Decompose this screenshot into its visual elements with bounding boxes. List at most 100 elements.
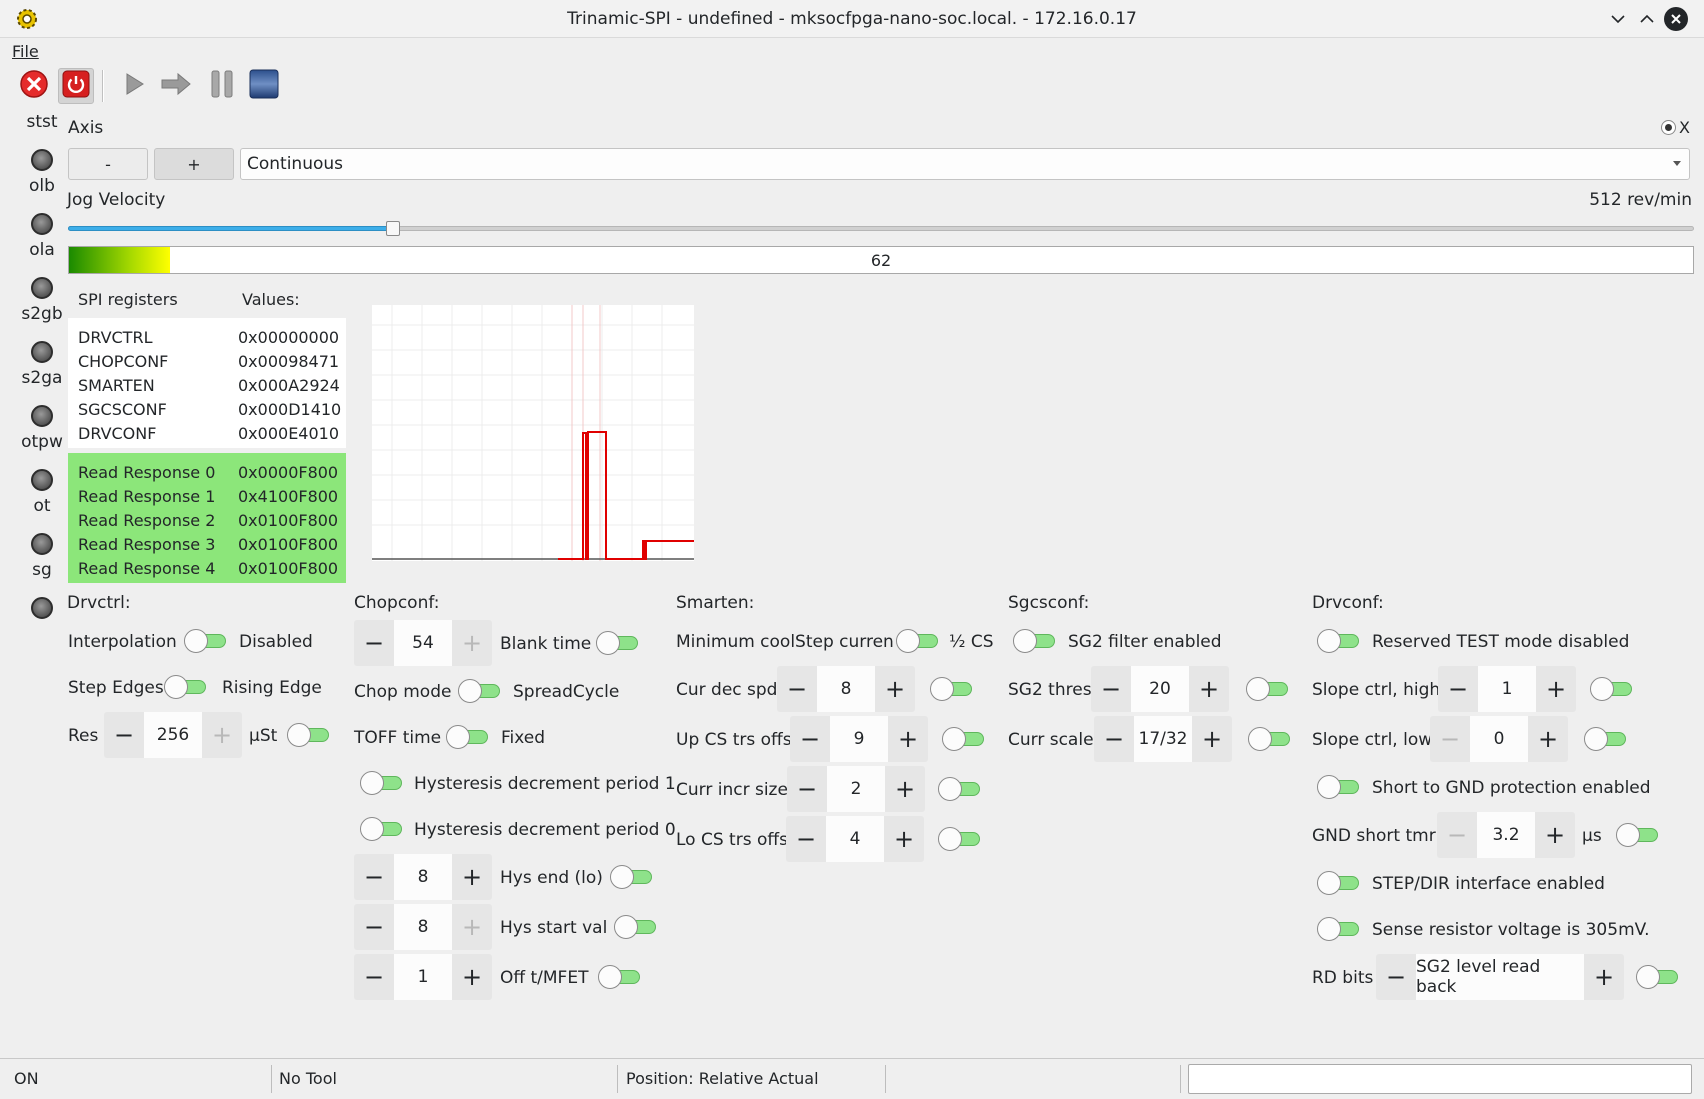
jog-plus-button[interactable]: + bbox=[154, 148, 234, 180]
jog-minus-button[interactable]: - bbox=[68, 148, 148, 180]
curr-incr-value[interactable]: 2 bbox=[827, 766, 885, 812]
cur-dec-toggle[interactable] bbox=[930, 677, 974, 701]
slope-high-value[interactable]: 1 bbox=[1478, 666, 1536, 712]
up-cs-stepper[interactable]: − 9 + bbox=[790, 716, 928, 762]
estop-button[interactable] bbox=[16, 68, 52, 104]
decrement-button[interactable]: − bbox=[786, 816, 826, 862]
blank-time-value[interactable]: 54 bbox=[394, 620, 452, 666]
interpolation-toggle[interactable] bbox=[184, 629, 228, 653]
increment-button[interactable]: + bbox=[888, 716, 928, 762]
decrement-button[interactable]: − bbox=[1091, 666, 1131, 712]
hys-dec1-toggle[interactable] bbox=[360, 771, 404, 795]
decrement-button[interactable]: − bbox=[790, 716, 830, 762]
increment-button[interactable]: + bbox=[452, 904, 492, 950]
increment-button[interactable]: + bbox=[1584, 954, 1624, 1000]
chevron-down-icon[interactable] bbox=[1606, 7, 1630, 31]
increment-button[interactable]: + bbox=[452, 854, 492, 900]
decrement-button[interactable]: − bbox=[354, 620, 394, 666]
decrement-button[interactable]: − bbox=[1094, 716, 1134, 762]
off-time-toggle[interactable] bbox=[598, 965, 642, 989]
curr-scale-stepper[interactable]: − 17/32 + bbox=[1094, 716, 1232, 762]
gnd-tmr-value[interactable]: 3.2 bbox=[1477, 812, 1535, 858]
hys-end-value[interactable]: 8 bbox=[394, 854, 452, 900]
increment-button[interactable]: + bbox=[884, 816, 924, 862]
close-icon[interactable] bbox=[1664, 7, 1688, 31]
curr-incr-toggle[interactable] bbox=[938, 777, 982, 801]
blank-time-toggle[interactable] bbox=[596, 631, 640, 655]
short-gnd-toggle[interactable] bbox=[1317, 775, 1361, 799]
rd-bits-stepper[interactable]: − SG2 level read back + bbox=[1376, 954, 1624, 1000]
decrement-button[interactable]: − bbox=[787, 766, 827, 812]
increment-button[interactable]: + bbox=[1536, 666, 1576, 712]
stop-button[interactable] bbox=[246, 68, 282, 104]
decrement-button[interactable]: − bbox=[1376, 954, 1416, 1000]
test-mode-toggle[interactable] bbox=[1317, 629, 1361, 653]
increment-button[interactable]: + bbox=[875, 666, 915, 712]
cur-dec-stepper[interactable]: − 8 + bbox=[777, 666, 915, 712]
axis-x-radio[interactable]: X bbox=[1661, 118, 1690, 137]
decrement-button[interactable]: − bbox=[1438, 666, 1478, 712]
res-toggle[interactable] bbox=[287, 723, 331, 747]
slope-high-stepper[interactable]: − 1 + bbox=[1438, 666, 1576, 712]
lo-cs-value[interactable]: 4 bbox=[826, 816, 884, 862]
toff-toggle[interactable] bbox=[446, 725, 490, 749]
sg2-thres-stepper[interactable]: − 20 + bbox=[1091, 666, 1229, 712]
increment-button[interactable]: + bbox=[1528, 716, 1568, 762]
step-edges-toggle[interactable] bbox=[164, 675, 208, 699]
chevron-up-icon[interactable] bbox=[1635, 7, 1659, 31]
slope-low-value[interactable]: 0 bbox=[1470, 716, 1528, 762]
decrement-button[interactable]: − bbox=[1430, 716, 1470, 762]
run-button[interactable] bbox=[116, 68, 152, 104]
off-time-value[interactable]: 1 bbox=[394, 954, 452, 1000]
power-button[interactable] bbox=[58, 68, 94, 104]
hys-end-toggle[interactable] bbox=[610, 865, 654, 889]
hys-end-stepper[interactable]: − 8 + bbox=[354, 854, 492, 900]
decrement-button[interactable]: − bbox=[777, 666, 817, 712]
step-button[interactable] bbox=[158, 68, 194, 104]
jog-mode-select[interactable]: Continuous bbox=[240, 148, 1690, 180]
curr-incr-stepper[interactable]: − 2 + bbox=[787, 766, 925, 812]
sg2-thres-value[interactable]: 20 bbox=[1131, 666, 1189, 712]
res-value[interactable]: 256 bbox=[144, 712, 202, 758]
decrement-button[interactable]: − bbox=[354, 904, 394, 950]
curr-scale-value[interactable]: 17/32 bbox=[1134, 716, 1192, 762]
decrement-button[interactable]: − bbox=[1437, 812, 1477, 858]
chop-mode-toggle[interactable] bbox=[458, 679, 502, 703]
menu-file[interactable]: File bbox=[12, 42, 39, 61]
decrement-button[interactable]: − bbox=[354, 954, 394, 1000]
hys-start-toggle[interactable] bbox=[614, 915, 658, 939]
jog-velocity-slider[interactable] bbox=[68, 221, 1694, 236]
increment-button[interactable]: + bbox=[1189, 666, 1229, 712]
lo-cs-stepper[interactable]: − 4 + bbox=[786, 816, 924, 862]
slider-handle[interactable] bbox=[386, 221, 401, 236]
gnd-tmr-toggle[interactable] bbox=[1616, 823, 1660, 847]
rd-bits-toggle[interactable] bbox=[1636, 965, 1680, 989]
lo-cs-toggle[interactable] bbox=[938, 827, 982, 851]
decrement-button[interactable]: − bbox=[354, 854, 394, 900]
pause-button[interactable] bbox=[204, 68, 240, 104]
gnd-tmr-stepper[interactable]: − 3.2 + bbox=[1437, 812, 1575, 858]
increment-button[interactable]: + bbox=[452, 954, 492, 1000]
hys-dec0-toggle[interactable] bbox=[360, 817, 404, 841]
increment-button[interactable]: + bbox=[885, 766, 925, 812]
hys-start-stepper[interactable]: − 8 + bbox=[354, 904, 492, 950]
increment-button[interactable]: + bbox=[1192, 716, 1232, 762]
stepdir-toggle[interactable] bbox=[1317, 871, 1361, 895]
off-time-stepper[interactable]: − 1 + bbox=[354, 954, 492, 1000]
increment-button[interactable]: + bbox=[1535, 812, 1575, 858]
sg2-thres-toggle[interactable] bbox=[1246, 677, 1290, 701]
curr-scale-toggle[interactable] bbox=[1248, 727, 1292, 751]
up-cs-value[interactable]: 9 bbox=[830, 716, 888, 762]
increment-button[interactable]: + bbox=[452, 620, 492, 666]
rd-bits-value[interactable]: SG2 level read back bbox=[1416, 954, 1584, 1000]
decrement-button[interactable]: − bbox=[104, 712, 144, 758]
slope-low-toggle[interactable] bbox=[1584, 727, 1628, 751]
sg2-filter-toggle[interactable] bbox=[1013, 629, 1057, 653]
blank-time-stepper[interactable]: − 54 + bbox=[354, 620, 492, 666]
cur-dec-value[interactable]: 8 bbox=[817, 666, 875, 712]
hys-start-value[interactable]: 8 bbox=[394, 904, 452, 950]
up-cs-toggle[interactable] bbox=[942, 727, 986, 751]
res-stepper[interactable]: − 256 + bbox=[104, 712, 242, 758]
min-coolstep-toggle[interactable] bbox=[896, 629, 940, 653]
slope-low-stepper[interactable]: − 0 + bbox=[1430, 716, 1568, 762]
